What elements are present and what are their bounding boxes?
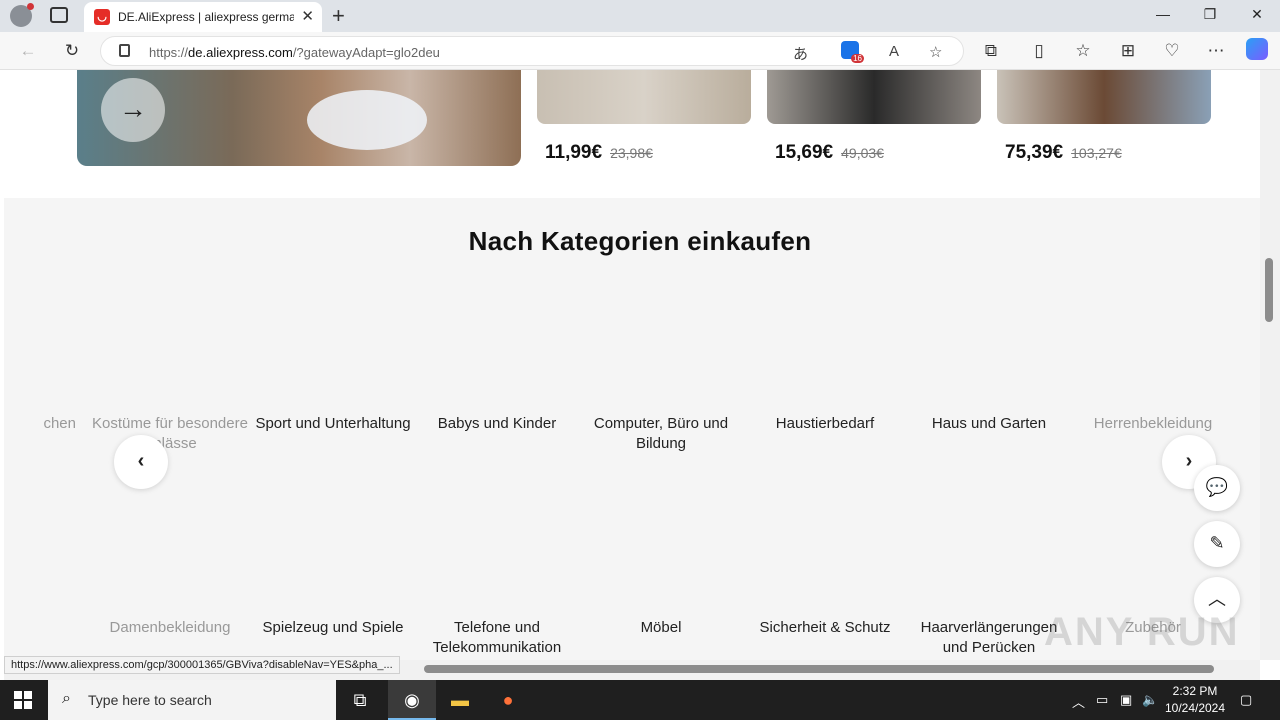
lock-icon[interactable]: [119, 44, 130, 57]
tab-actions-icon[interactable]: [50, 7, 68, 23]
vertical-scrollbar[interactable]: [1260, 70, 1280, 660]
collections-icon[interactable]: ⊞: [1117, 41, 1139, 61]
chat-icon[interactable]: 💬: [1194, 465, 1240, 511]
category-section: Nach Kategorien einkaufen chen Kostüme f…: [4, 198, 1260, 680]
banner-arrow-right-icon[interactable]: →: [101, 78, 165, 142]
category-section-title: Nach Kategorien einkaufen: [468, 226, 812, 256]
restore-icon[interactable]: ❐: [1187, 6, 1233, 23]
task-view-icon[interactable]: ⧉: [336, 680, 384, 720]
category-item[interactable]: Sport und Unterhaltung: [253, 414, 413, 434]
category-item[interactable]: Herrenbekleidung: [1073, 414, 1233, 434]
feedback-pencil-icon[interactable]: ✎: [1194, 521, 1240, 567]
tab-title: DE.AliExpress | aliexpress german: [118, 10, 294, 24]
category-item[interactable]: Telefone und Telekommunikation: [417, 618, 577, 658]
refresh-icon[interactable]: ↻: [61, 41, 83, 61]
file-explorer-icon[interactable]: ▬: [436, 680, 484, 720]
vertical-scroll-thumb[interactable]: [1265, 258, 1273, 322]
notifications-icon[interactable]: ▢: [1240, 692, 1252, 708]
aliexpress-favicon-icon: ◡: [94, 9, 110, 25]
product-image-2[interactable]: [767, 70, 981, 124]
category-item[interactable]: chen: [4, 414, 76, 434]
carousel-prev-icon[interactable]: ‹: [114, 435, 168, 489]
profile-avatar-icon[interactable]: [10, 3, 34, 27]
favorites-icon[interactable]: ☆: [1072, 41, 1094, 61]
product-price-3[interactable]: 75,39€ 103,27€: [1005, 142, 1122, 164]
tray-device-icon[interactable]: ▭: [1096, 692, 1108, 708]
page-content: → 11,99€ 23,98€ 15,69€ 49,03€ 75,39€ 103,27…: [4, 70, 1260, 680]
search-placeholder: Type here to search: [88, 692, 212, 708]
tab-close-icon[interactable]: ✕: [301, 7, 314, 25]
network-icon[interactable]: ▣: [1120, 692, 1132, 708]
search-icon: ⌕: [62, 690, 71, 707]
minimize-icon[interactable]: —: [1140, 6, 1186, 22]
category-item[interactable]: Sicherheit & Schutz: [745, 618, 905, 638]
category-item[interactable]: Computer, Büro und Bildung: [581, 414, 741, 454]
category-item[interactable]: Haustierbedarf: [745, 414, 905, 434]
new-tab-icon[interactable]: +: [332, 3, 345, 29]
read-aloud-icon[interactable]: A: [889, 43, 899, 60]
promo-banner-image[interactable]: →: [77, 70, 521, 166]
address-bar[interactable]: https://de.aliexpress.com/?gatewayAdapt=…: [100, 36, 964, 66]
category-item[interactable]: Haus und Garten: [909, 414, 1069, 434]
windows-taskbar: ⌕ Type here to search ⧉ ◉ ▬ ● ︿ ▭ ▣ 🔈 2:…: [0, 680, 1280, 720]
taskbar-clock[interactable]: 2:32 PM 10/24/2024: [1160, 683, 1230, 717]
browser-titlebar: ◡ DE.AliExpress | aliexpress german ✕ + …: [0, 0, 1280, 32]
favorite-star-icon[interactable]: ☆: [929, 43, 942, 61]
back-icon[interactable]: ←: [17, 41, 39, 61]
category-item[interactable]: Kostüme für besondere Anlässe: [90, 414, 250, 454]
browser-tab-active[interactable]: ◡ DE.AliExpress | aliexpress german ✕: [84, 2, 322, 32]
taskbar-search-box[interactable]: ⌕ Type here to search: [48, 680, 336, 720]
url-text: https://de.aliexpress.com/?gatewayAdapt=…: [149, 45, 440, 60]
product-image-1[interactable]: [537, 70, 751, 124]
category-item[interactable]: Möbel: [581, 618, 741, 638]
copilot-icon[interactable]: [1246, 38, 1268, 60]
more-menu-icon[interactable]: ⋯: [1205, 41, 1227, 61]
extension-shield-icon[interactable]: 16: [841, 41, 864, 63]
tray-chevron-icon[interactable]: ︿: [1072, 692, 1085, 711]
browser-navbar: ← ↻ https://de.aliexpress.com/?gatewayAd…: [0, 32, 1280, 70]
volume-icon[interactable]: 🔈: [1142, 692, 1158, 708]
product-price-1[interactable]: 11,99€ 23,98€: [545, 142, 653, 164]
split-screen-icon[interactable]: ▯: [1028, 41, 1050, 61]
product-image-3[interactable]: [997, 70, 1211, 124]
product-price-2[interactable]: 15,69€ 49,03€: [775, 142, 884, 164]
category-item[interactable]: Spielzeug und Spiele: [253, 618, 413, 638]
close-window-icon[interactable]: ✕: [1234, 6, 1280, 23]
clock-time: 2:32 PM: [1172, 684, 1218, 698]
windows-start-icon[interactable]: [14, 691, 32, 709]
link-status-bar: https://www.aliexpress.com/gcp/300001365…: [4, 656, 400, 674]
translate-icon[interactable]: あ: [793, 43, 808, 64]
category-item[interactable]: Babys und Kinder: [417, 414, 577, 434]
category-item[interactable]: Damenbekleidung: [90, 618, 250, 638]
firefox-icon[interactable]: ●: [484, 680, 532, 720]
extensions-icon[interactable]: ⧉: [980, 41, 1002, 61]
watermark-logo: ANY RUN: [1044, 610, 1240, 654]
browser-essentials-icon[interactable]: ♡: [1161, 41, 1183, 61]
clock-date: 10/24/2024: [1164, 701, 1226, 715]
edge-browser-icon[interactable]: ◉: [388, 680, 436, 720]
horizontal-scroll-thumb[interactable]: [424, 665, 1214, 673]
